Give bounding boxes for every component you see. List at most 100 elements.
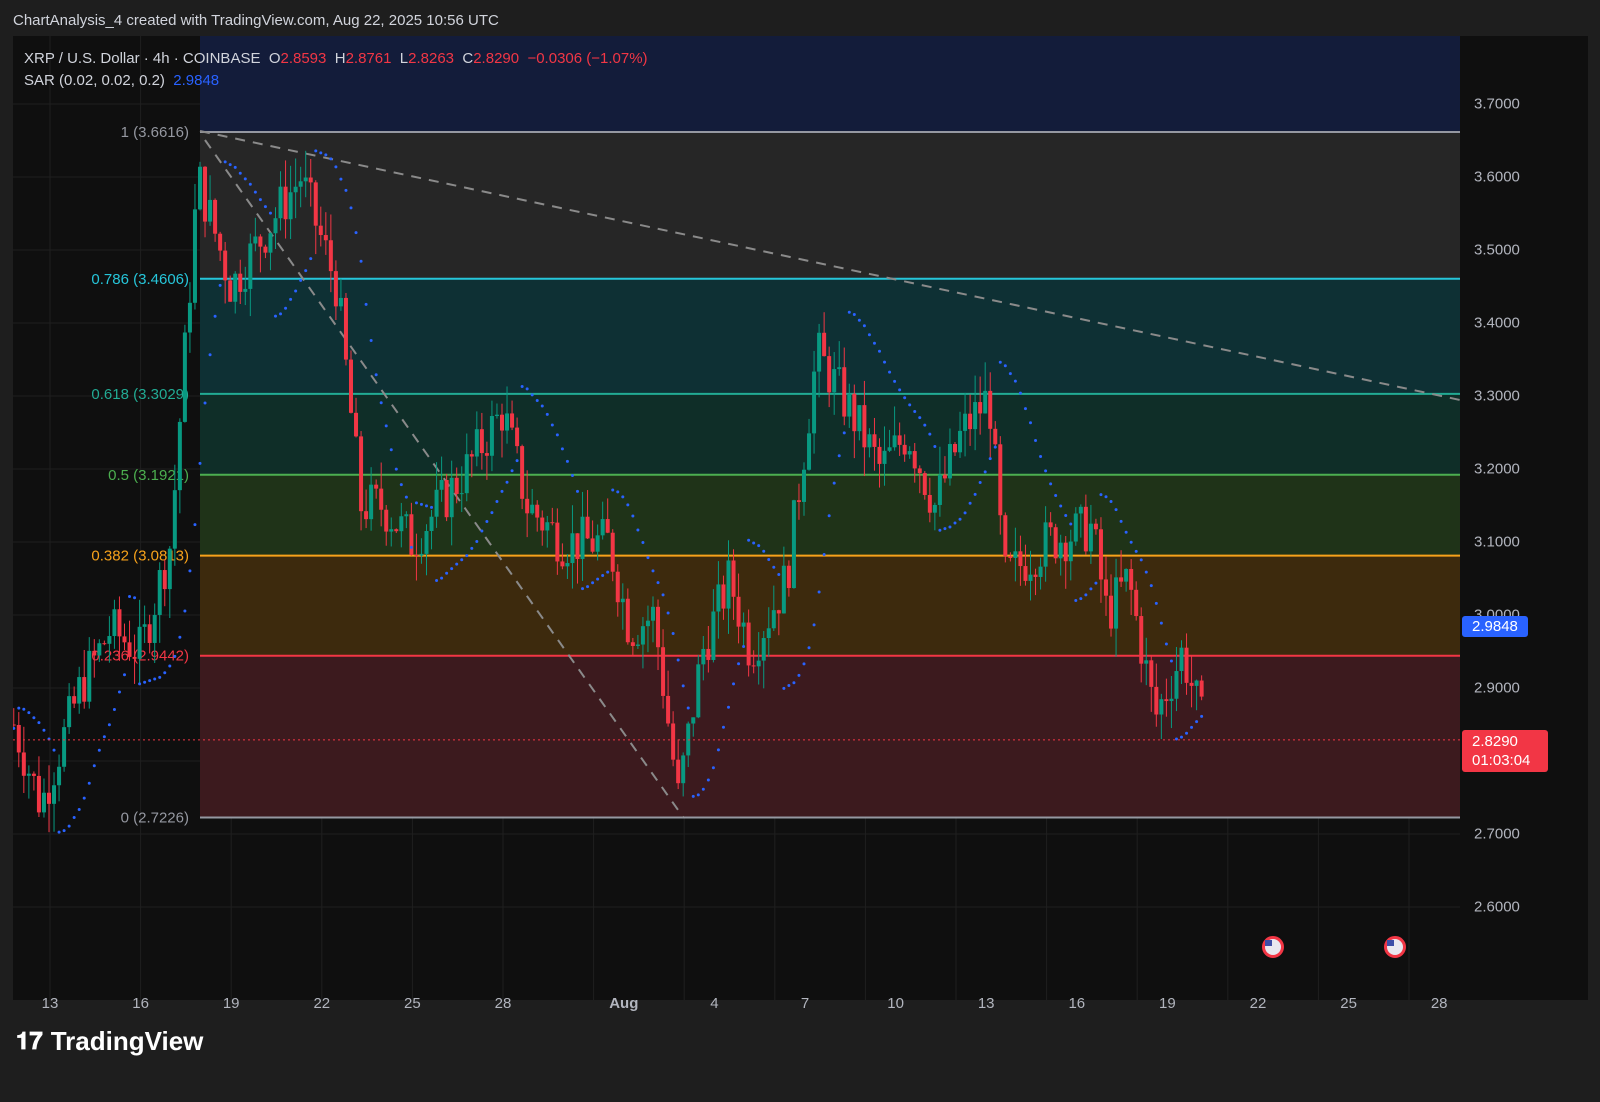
candle-body xyxy=(1134,589,1139,617)
candle-body xyxy=(293,186,298,193)
tradingview-logo[interactable]: 𝟏𝟕 TradingView xyxy=(16,1026,203,1057)
sar-dot xyxy=(1008,372,1012,376)
candle-body xyxy=(1169,698,1174,702)
sar-dot xyxy=(611,488,615,492)
sar-dot xyxy=(1018,391,1022,395)
sar-dot xyxy=(394,467,398,471)
price-tick: 2.6000 xyxy=(1474,898,1520,916)
sar-dot xyxy=(138,682,142,686)
sar-dot xyxy=(359,259,363,263)
sar-dot xyxy=(1169,659,1173,663)
candle-body xyxy=(1159,699,1164,715)
sar-dot xyxy=(1190,725,1194,729)
chart-canvas[interactable]: 1 (3.6616) 0.786 (3.4606) 0.618 (3.3029) 0.… xyxy=(13,36,1460,1000)
sar-dot xyxy=(13,726,16,730)
sar-dot xyxy=(1129,540,1133,544)
sar-dot xyxy=(1149,584,1153,588)
candle-body xyxy=(510,413,515,428)
candle-body xyxy=(867,434,872,448)
sar-dot xyxy=(1109,500,1113,504)
chart-pane[interactable]: 1 (3.6616) 0.786 (3.4606) 0.618 (3.3029) 0.… xyxy=(13,36,1460,1000)
candle-body xyxy=(1028,574,1033,581)
sar-dot xyxy=(963,511,967,515)
candle-body xyxy=(464,454,469,494)
candle-body xyxy=(872,434,877,447)
candle-body xyxy=(434,489,439,517)
time-tick: 13 xyxy=(977,995,995,1012)
sar-dot xyxy=(908,403,912,407)
sar-dot xyxy=(470,546,474,550)
sar-dot xyxy=(419,502,423,506)
candle-body xyxy=(1008,556,1013,558)
candle-body xyxy=(590,538,595,552)
sar-dot xyxy=(218,283,222,287)
price-tick: 3.2000 xyxy=(1474,460,1520,478)
sar-dot xyxy=(1034,439,1038,443)
candle-body xyxy=(625,598,630,643)
sar-dot xyxy=(389,448,393,452)
candle-body xyxy=(1088,523,1093,552)
sar-dot xyxy=(1124,530,1128,534)
candle-body xyxy=(374,484,379,489)
candle-body xyxy=(640,626,645,645)
candle-body xyxy=(369,484,374,520)
sar-dot xyxy=(742,645,746,649)
candle-body xyxy=(1189,682,1194,686)
sar-dot xyxy=(289,297,293,301)
candle-body xyxy=(1063,542,1068,562)
candle-body xyxy=(635,644,640,646)
close-value: 2.8290 xyxy=(473,50,520,67)
symbol-name[interactable]: XRP / U.S. Dollar · 4h · COINBASE xyxy=(24,50,260,67)
candle-body xyxy=(288,192,293,220)
candle-body xyxy=(258,236,263,247)
candle-body xyxy=(862,405,867,448)
sar-dot xyxy=(495,499,499,503)
sar-dot xyxy=(1028,421,1032,425)
sar-dot xyxy=(233,165,237,169)
candle-body xyxy=(454,477,459,494)
candle-body xyxy=(650,606,655,621)
candle-body xyxy=(1149,660,1154,687)
candle-body xyxy=(439,480,444,490)
candle-body xyxy=(208,199,213,222)
sar-dot xyxy=(168,664,172,668)
sar-dot xyxy=(324,153,328,157)
sar-indicator-label[interactable]: SAR (0.02, 0.02, 0.2) xyxy=(24,72,165,89)
candle-body xyxy=(681,755,686,784)
sar-dot xyxy=(258,198,262,202)
time-tick: 10 xyxy=(887,995,904,1012)
sar-dot xyxy=(792,681,796,685)
sar-dot xyxy=(842,431,846,435)
sar-dot xyxy=(17,706,21,710)
sar-dot xyxy=(1094,581,1098,585)
candle-body xyxy=(82,677,87,702)
sar-dot xyxy=(857,318,861,322)
candle-body xyxy=(701,648,706,665)
sar-dot xyxy=(203,401,207,405)
price-axis[interactable]: 3.7000 3.6000 3.5000 3.4000 3.3000 3.2000 3.10… xyxy=(1460,36,1588,1000)
sar-dot xyxy=(968,501,972,505)
sar-dot xyxy=(374,373,378,377)
fib-level-label: 1 (3.6616) xyxy=(121,124,189,141)
candle-body xyxy=(102,643,107,645)
time-tick: 19 xyxy=(222,995,240,1012)
time-tick: 4 xyxy=(710,995,719,1012)
sar-dot xyxy=(983,470,987,474)
sar-dot xyxy=(107,723,111,727)
candle-body xyxy=(756,660,761,667)
candle-body xyxy=(731,560,736,597)
candle-body xyxy=(1058,542,1063,559)
candle-body xyxy=(610,532,615,572)
candle-body xyxy=(187,302,192,333)
sar-dot xyxy=(757,544,761,548)
sar-dot xyxy=(97,748,101,752)
candle-body xyxy=(1043,522,1048,567)
candle-body xyxy=(429,516,434,531)
sar-dot xyxy=(520,384,524,388)
candle-body xyxy=(348,359,353,413)
sar-dot xyxy=(656,581,660,585)
candle-body xyxy=(137,626,142,659)
candle-body xyxy=(993,428,998,445)
sar-dot xyxy=(188,569,192,573)
candle-body xyxy=(917,468,922,474)
